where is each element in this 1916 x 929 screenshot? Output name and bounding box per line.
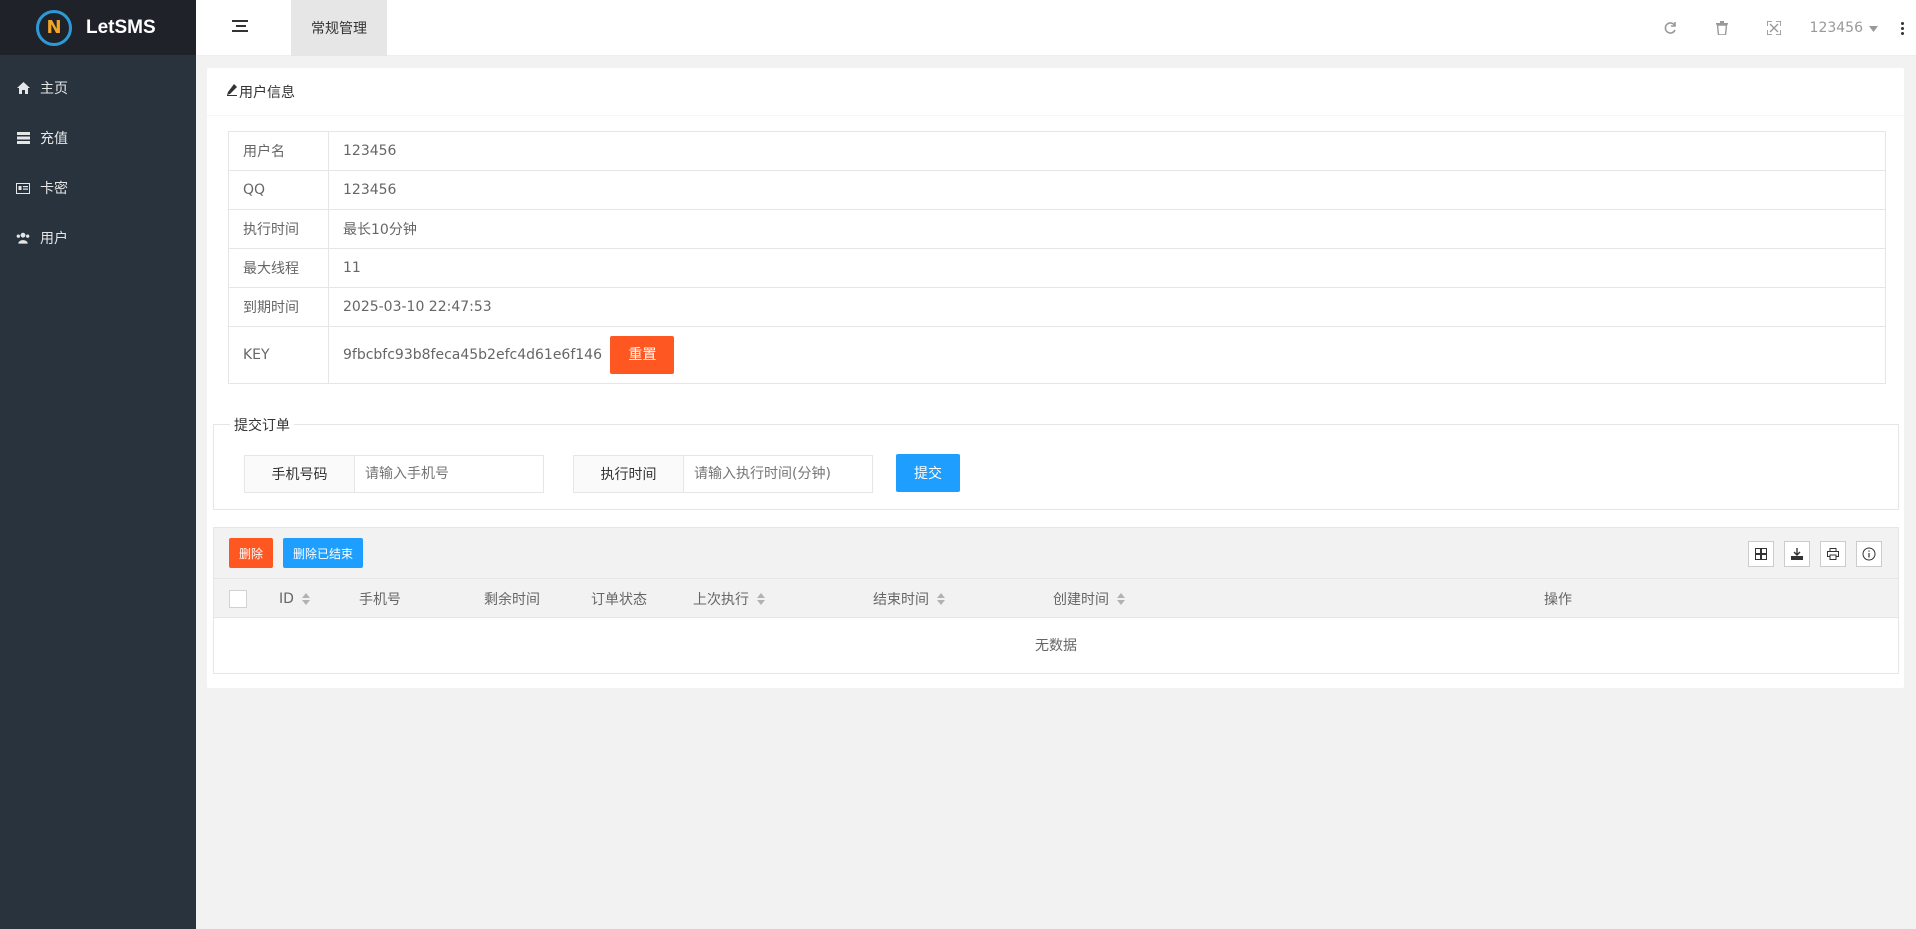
users-icon [16,231,30,245]
column-id[interactable]: ID [279,579,310,618]
info-row: 到期时间 2025-03-10 22:47:53 [228,287,1886,327]
fullscreen-icon[interactable] [1748,0,1800,56]
main-card: 用户信息 用户名 123456 QQ 123456 执行时间 最长10分钟 最大线程 1… [207,68,1904,688]
submit-button[interactable]: 提交 [896,454,960,492]
time-input-group: 执行时间 [573,455,873,493]
sidebar: N LetSMS 主页 充值 卡密 用户 [0,0,196,929]
phone-input[interactable] [355,456,543,492]
logo[interactable]: N LetSMS [0,0,196,55]
sidebar-item-home[interactable]: 主页 [0,63,196,113]
user-info-title: 用户信息 [239,84,295,101]
orders-table: 删除 删除已结束 ID 手机号 剩余时间 订单状态 上次执行 结束时间 创建时间… [213,527,1899,674]
sort-icon[interactable] [757,592,765,605]
key-row: KEY 9fbcbfc93b8feca45b2efc4d61e6f146 重置 [228,326,1886,384]
column-last-run[interactable]: 上次执行 [693,579,765,618]
sidebar-item-users[interactable]: 用户 [0,213,196,263]
time-input[interactable] [684,456,872,492]
column-order-status: 订单状态 [591,591,647,608]
column-remaining-time: 剩余时间 [484,591,540,608]
delete-button[interactable]: 删除 [229,538,274,568]
sidebar-item-label: 充值 [40,131,68,147]
table-toolbar: 删除 删除已结束 [214,528,1898,579]
time-label: 执行时间 [574,456,684,492]
username: 123456 [1809,20,1863,36]
app-name: LetSMS [86,16,156,38]
api-key-value: 9fbcbfc93b8feca45b2efc4d61e6f146 [343,347,602,363]
id-card-icon [16,181,30,195]
server-icon [16,131,30,145]
chevron-down-icon [1869,20,1878,36]
order-form-legend: 提交订单 [230,415,294,435]
column-created-time[interactable]: 创建时间 [1053,579,1125,618]
sidebar-item-label: 卡密 [40,181,68,197]
pencil-icon [227,83,237,100]
table-header: ID 手机号 剩余时间 订单状态 上次执行 结束时间 创建时间 操作 [214,579,1898,618]
sort-icon[interactable] [301,592,310,605]
tab-general-management[interactable]: 常规管理 [291,0,387,56]
sidebar-item-label: 主页 [40,81,68,97]
info-row: 最大线程 11 [228,248,1886,288]
sort-icon[interactable] [1117,592,1125,605]
refresh-icon[interactable] [1644,0,1696,56]
menu-toggle-icon[interactable] [232,20,248,34]
columns-icon[interactable] [1748,541,1774,567]
sidebar-item-recharge[interactable]: 充值 [0,113,196,163]
column-phone: 手机号 [359,591,401,608]
phone-input-group: 手机号码 [244,455,544,493]
export-icon[interactable] [1784,541,1810,567]
top-header: 常规管理 123456 [196,0,1916,56]
header-actions: 123456 [1644,0,1916,56]
info-row: 执行时间 最长10分钟 [228,209,1886,249]
column-actions: 操作 [1544,591,1572,608]
home-icon [16,81,30,95]
sidebar-nav: 主页 充值 卡密 用户 [0,63,196,263]
select-all-checkbox[interactable] [229,579,247,618]
user-menu[interactable]: 123456 [1800,20,1888,36]
user-info-header: 用户信息 [207,68,1904,116]
info-row: 用户名 123456 [228,131,1886,171]
logo-icon: N [36,9,72,46]
sort-icon[interactable] [937,592,945,605]
reset-key-button[interactable]: 重置 [610,336,675,374]
trash-icon[interactable] [1696,0,1748,56]
delete-finished-button[interactable]: 删除已结束 [283,538,364,568]
order-form: 提交订单 手机号码 执行时间 提交 [213,415,1899,510]
sidebar-item-cards[interactable]: 卡密 [0,163,196,213]
phone-label: 手机号码 [245,456,355,492]
empty-state: 无数据 [1035,638,1077,654]
info-icon[interactable] [1856,541,1882,567]
more-icon[interactable] [1888,21,1916,35]
sidebar-item-label: 用户 [40,231,68,247]
print-icon[interactable] [1820,541,1846,567]
column-end-time[interactable]: 结束时间 [873,579,945,618]
user-info-table: 用户名 123456 QQ 123456 执行时间 最长10分钟 最大线程 11 到期时… [228,131,1886,384]
info-row: QQ 123456 [228,170,1886,210]
table-tools [1748,541,1882,567]
